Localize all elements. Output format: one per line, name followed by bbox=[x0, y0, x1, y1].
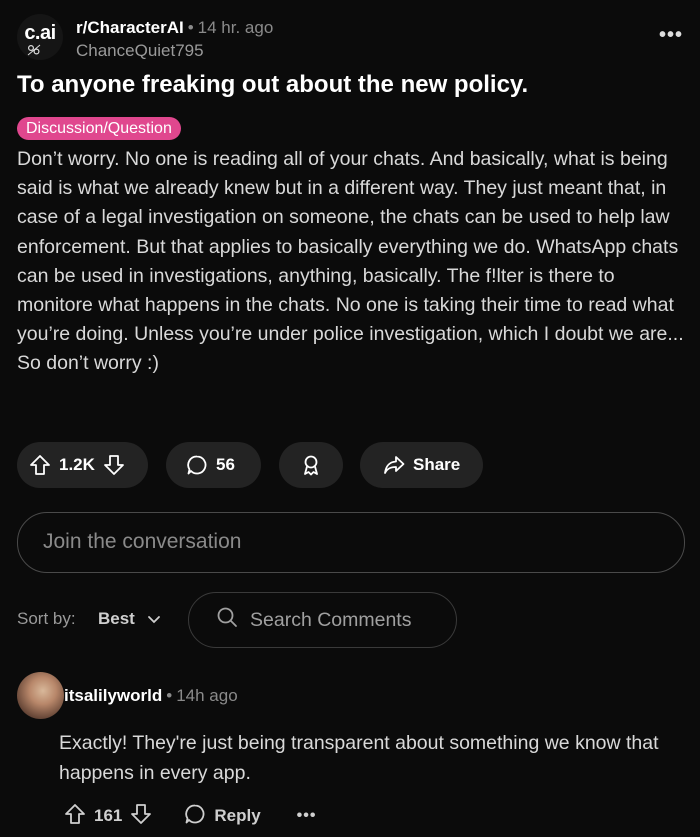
post-header: c.ai r/CharacterAI • 14 hr. ago ChanceQuie… bbox=[17, 14, 683, 64]
join-conversation-input[interactable]: Join the conversation bbox=[17, 512, 685, 573]
comment-meta: itsalilyworld • 14h ago bbox=[64, 686, 238, 706]
upvote-icon[interactable] bbox=[29, 454, 51, 476]
comment-time: 14h ago bbox=[176, 686, 238, 705]
subreddit-logo-mark-icon bbox=[27, 44, 41, 59]
subreddit-line: r/CharacterAI • 14 hr. ago bbox=[76, 18, 273, 38]
search-icon bbox=[216, 606, 238, 634]
comment-more-options-button[interactable]: ••• bbox=[297, 807, 317, 825]
post-action-bar: 1.2K 56 Share bbox=[17, 442, 683, 488]
search-comments-placeholder: Search Comments bbox=[250, 608, 412, 631]
comment-bubble-icon bbox=[186, 454, 208, 476]
dot-separator: • bbox=[166, 686, 173, 705]
vote-pill: 1.2K bbox=[17, 442, 148, 488]
award-button[interactable] bbox=[279, 442, 343, 488]
subreddit-avatar[interactable]: c.ai bbox=[17, 14, 63, 60]
chevron-down-icon[interactable] bbox=[147, 612, 161, 631]
sort-dropdown[interactable]: Best bbox=[98, 609, 135, 629]
award-icon bbox=[300, 454, 322, 476]
comments-button[interactable]: 56 bbox=[166, 442, 261, 488]
comment-text: Exactly! They're just being transparent … bbox=[59, 732, 659, 784]
share-button[interactable]: Share bbox=[360, 442, 483, 488]
downvote-icon[interactable] bbox=[103, 454, 125, 476]
reply-button[interactable]: Reply bbox=[184, 803, 261, 830]
upvote-count: 1.2K bbox=[59, 455, 95, 474]
post-author[interactable]: ChanceQuiet795 bbox=[76, 41, 204, 61]
subreddit-logo-text: c.ai bbox=[24, 22, 56, 44]
post-time: 14 hr. ago bbox=[197, 18, 274, 37]
post-page: c.ai r/CharacterAI • 14 hr. ago ChanceQuie… bbox=[0, 0, 700, 837]
reply-bubble-icon bbox=[184, 803, 206, 830]
sort-label: Sort by: bbox=[17, 609, 76, 628]
post-body: Don’t worry. No one is reading all of yo… bbox=[17, 148, 684, 375]
dot-separator: • bbox=[187, 18, 194, 37]
commenter-avatar[interactable] bbox=[17, 672, 64, 719]
comment-username[interactable]: itsalilyworld bbox=[64, 686, 162, 705]
post-flair[interactable]: Discussion/Question bbox=[17, 117, 181, 140]
reply-label: Reply bbox=[214, 806, 261, 825]
comment-vote-count: 161 bbox=[94, 806, 123, 825]
share-arrow-icon bbox=[383, 454, 405, 476]
share-label: Share bbox=[413, 455, 461, 474]
search-comments-button[interactable]: Search Comments bbox=[188, 592, 457, 648]
subreddit-name[interactable]: r/CharacterAI bbox=[76, 18, 184, 37]
comment-count: 56 bbox=[216, 455, 235, 474]
post-title: To anyone freaking out about the new pol… bbox=[17, 71, 529, 98]
comment-downvote-icon[interactable] bbox=[130, 803, 152, 830]
post-more-options-button[interactable]: ••• bbox=[659, 24, 683, 47]
comment-upvote-icon[interactable] bbox=[64, 803, 86, 830]
comment-action-bar: 161 Reply ••• bbox=[64, 801, 683, 831]
